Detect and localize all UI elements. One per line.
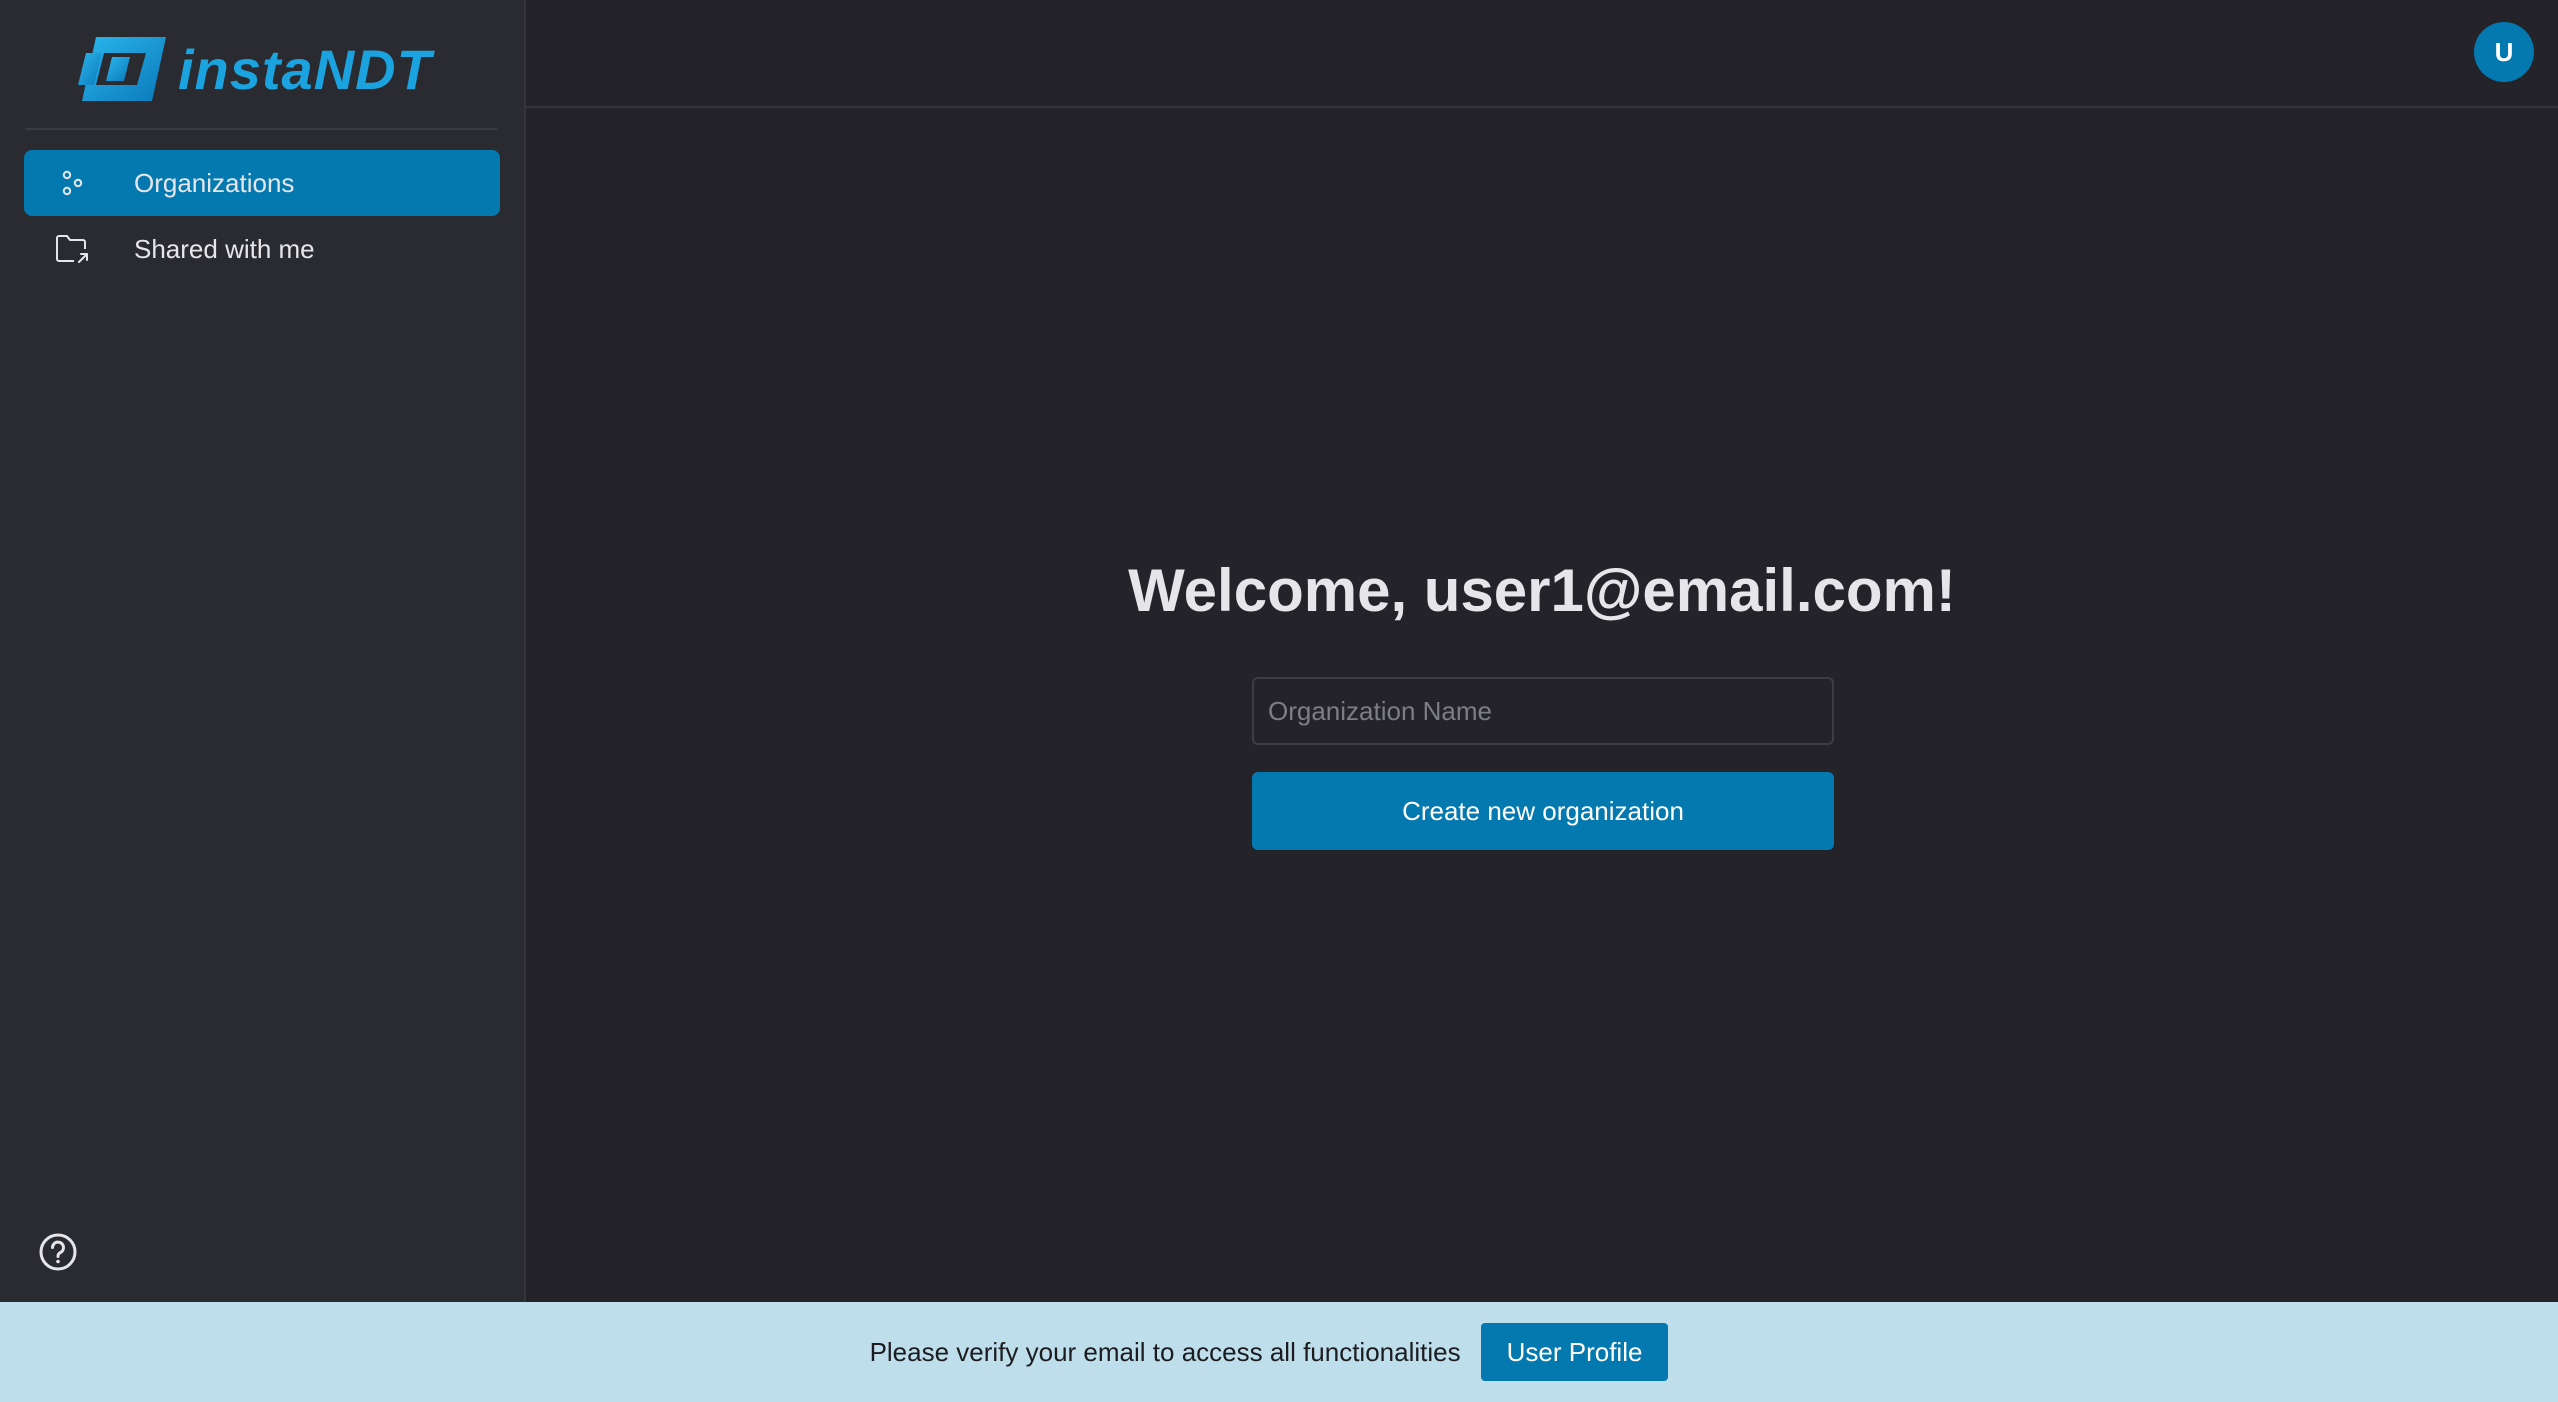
sidebar-item-shared-with-me[interactable]: Shared with me	[24, 216, 500, 282]
top-bar: U	[526, 0, 2558, 108]
create-organization-button[interactable]: Create new organization	[1252, 772, 1834, 850]
organizations-icon	[54, 165, 90, 201]
folder-share-icon	[54, 231, 90, 267]
page-title: Welcome, user1@email.com!	[1128, 557, 1956, 624]
verify-email-banner: Please verify your email to access all f…	[0, 1302, 2558, 1402]
avatar[interactable]: U	[2474, 22, 2534, 82]
sidebar-nav: Organizations Shared with me	[24, 150, 500, 282]
logo-mark-icon	[78, 37, 166, 101]
sidebar-item-organizations[interactable]: Organizations	[24, 150, 500, 216]
app-window: instaNDT Organizations Shared with me U …	[0, 0, 2558, 1402]
logo[interactable]: instaNDT	[74, 32, 432, 106]
sidebar-divider	[25, 128, 497, 130]
sidebar-item-label: Organizations	[134, 167, 295, 198]
sidebar-item-label: Shared with me	[134, 233, 315, 264]
organization-name-input[interactable]	[1252, 677, 1834, 745]
user-profile-button[interactable]: User Profile	[1480, 1323, 1669, 1381]
logo-text: instaNDT	[178, 37, 432, 101]
help-icon[interactable]	[38, 1232, 78, 1272]
banner-message: Please verify your email to access all f…	[869, 1336, 1461, 1367]
sidebar: instaNDT Organizations Shared with me	[0, 0, 526, 1302]
